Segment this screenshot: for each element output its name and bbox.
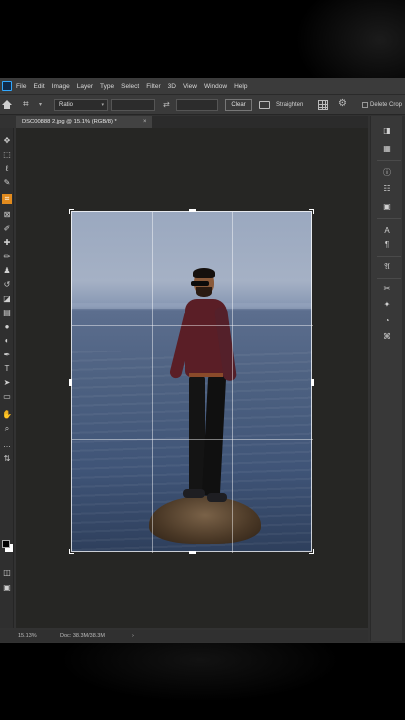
frame-icon[interactable]: ⊠ [2,210,12,220]
menu-image[interactable]: Image [52,83,70,90]
menu-help[interactable]: Help [234,83,247,90]
path-select-icon[interactable]: ➤ [2,378,12,388]
crop-grid-line [72,439,313,440]
document-tab-title: DSC00888 2.jpg @ 15.1% (RGB/8) * [22,119,117,125]
adjustments-icon[interactable]: ☷ [381,184,393,194]
paragraph-icon[interactable]: ¶ [381,240,393,250]
screen-mode-icon[interactable]: ▣ [2,583,12,593]
zoom-icon[interactable]: ⌕ [2,424,12,434]
chevron-down-icon[interactable]: ▾ [39,101,42,108]
menu-layer[interactable]: Layer [77,83,93,90]
shape-icon[interactable]: ▭ [2,392,12,402]
menu-file[interactable]: File [16,83,26,90]
crop-grid-line [72,325,313,326]
crop-handle-left[interactable] [69,379,72,386]
healing-icon[interactable]: ✚ [2,238,12,248]
status-bar: 15.13% Doc: 38.3M/38.3M › [0,630,368,642]
brush-icon[interactable]: ✏ [2,252,12,262]
zoom-level[interactable]: 15.13% [18,630,37,642]
eyedropper-icon[interactable]: ✐ [2,224,12,234]
move-icon[interactable]: ✥ [2,136,12,146]
right-panel-dock: ◨ ▦ ⓘ ☷ ▣ A ¶ 𝔄 ✂ ✦ ◔ ⌘ [370,116,405,641]
tools-icon[interactable]: ✂ [381,284,393,294]
overlay-grid-icon[interactable] [318,100,328,110]
options-bar: ⌗ ▾ Ratio ▾ ⇄ Clear Straighten ⚙ Delete … [0,94,405,115]
history-brush-icon[interactable]: ↺ [2,280,12,290]
foreground-color-swatch[interactable] [2,540,10,548]
panel-divider [377,160,401,161]
photoshop-logo-icon[interactable] [2,81,12,91]
quick-mask-icon[interactable]: ◫ [2,568,12,578]
menu-type[interactable]: Type [100,83,114,90]
glyphs-icon[interactable]: 𝔄 [381,262,393,272]
menu-edit[interactable]: Edit [33,83,44,90]
photoshop-window: File Edit Image Layer Type Select Filter… [0,78,405,643]
close-icon[interactable]: × [143,116,147,128]
status-menu-chevron-icon[interactable]: › [132,630,134,642]
stamp-icon[interactable]: ♟ [2,266,12,276]
menu-view[interactable]: View [183,83,197,90]
panel-divider [377,278,401,279]
panel-divider [377,256,401,257]
delete-cropped-checkbox[interactable] [362,102,368,108]
straighten-label[interactable]: Straighten [276,102,303,108]
width-field[interactable] [111,99,155,111]
pen-icon[interactable]: ✒ [2,350,12,360]
tools-panel: ✥ ⬚ ℓ ✎ ⌗ ⊠ ✐ ✚ ✏ ♟ ↺ ◪ ▤ ● ◐ ✒ T ➤ ▭ ✋ … [0,128,14,628]
menu-select[interactable]: Select [121,83,139,90]
canvas-area[interactable] [16,128,368,628]
swap-icon[interactable]: ⇄ [163,100,170,109]
gradient-icon[interactable]: ▤ [2,308,12,318]
more-tools-icon[interactable]: … [2,440,12,450]
lasso-icon[interactable]: ℓ [2,164,12,174]
edit-toolbar-icon[interactable]: ⇅ [2,454,12,464]
swatches-icon[interactable]: ▦ [381,144,393,154]
type-icon[interactable]: T [2,364,12,374]
crop-box[interactable] [69,209,314,554]
crop-grid-line [232,212,233,553]
clear-button[interactable]: Clear [225,99,252,111]
crop-grid-line [152,212,153,553]
crop-handle-bottom-left[interactable] [69,549,74,554]
document-size-info: Doc: 38.3M/38.3M [60,633,105,639]
styles-icon[interactable]: ✦ [381,300,393,310]
straighten-icon[interactable] [259,101,270,109]
menu-window[interactable]: Window [204,83,227,90]
channels-icon[interactable]: ◔ [381,316,393,326]
eraser-icon[interactable]: ◪ [2,294,12,304]
document-tab[interactable]: DSC00888 2.jpg @ 15.1% (RGB/8) * × [16,116,152,128]
crop-handle-right[interactable] [311,379,314,386]
hand-icon[interactable]: ✋ [2,410,12,420]
chevron-down-icon: ▾ [101,102,104,108]
menu-filter[interactable]: Filter [146,83,160,90]
menubar: File Edit Image Layer Type Select Filter… [0,78,405,94]
ratio-select[interactable]: Ratio ▾ [54,99,108,111]
crop-handle-bottom[interactable] [189,551,196,554]
delete-cropped-label: Delete Crop [370,102,403,108]
gear-icon[interactable]: ⚙ [338,98,347,109]
home-icon[interactable] [2,100,12,110]
color-icon[interactable]: ◨ [381,126,393,136]
libraries-icon[interactable]: ▣ [381,202,393,212]
properties-icon[interactable]: ⓘ [381,168,393,178]
document-tab-bar: DSC00888 2.jpg @ 15.1% (RGB/8) * × [16,116,368,128]
crop-handle-top[interactable] [189,209,196,212]
height-field[interactable] [176,99,218,111]
crop-preset-icon[interactable]: ⌗ [23,99,35,111]
panel-divider [377,218,401,219]
crop-icon[interactable]: ⌗ [2,194,12,204]
blur-icon[interactable]: ● [2,322,12,332]
marquee-icon[interactable]: ⬚ [2,150,12,160]
dodge-icon[interactable]: ◐ [2,336,12,346]
paths-icon[interactable]: ⌘ [381,332,393,342]
crop-handle-top-right[interactable] [309,209,314,214]
crop-handle-top-left[interactable] [69,209,74,214]
ratio-select-value: Ratio [59,102,74,108]
crop-handle-bottom-right[interactable] [309,549,314,554]
quick-select-icon[interactable]: ✎ [2,178,12,188]
menu-3d[interactable]: 3D [168,83,176,90]
character-icon[interactable]: A [381,226,393,236]
